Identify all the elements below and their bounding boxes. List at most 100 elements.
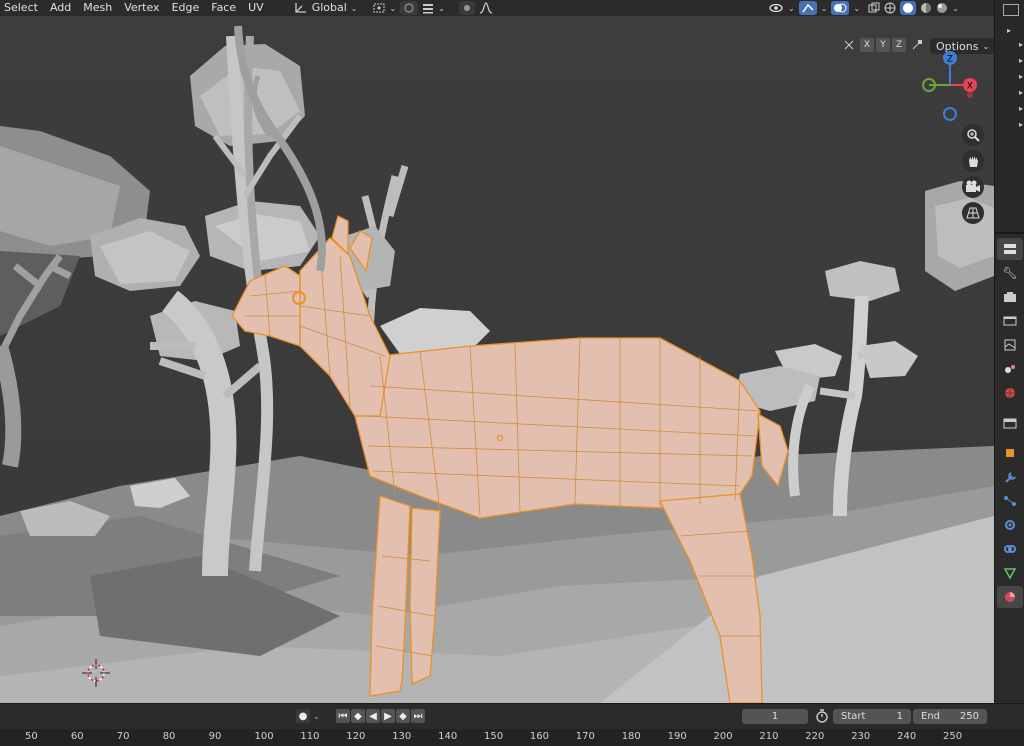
start-frame-field[interactable]: Start 1 <box>833 709 911 724</box>
gizmo-toggle-icon[interactable] <box>798 1 817 15</box>
tool-tab-icon[interactable]: 🔧︎ <box>997 262 1023 284</box>
ruler-tick-label: 170 <box>575 731 595 742</box>
physics-tab-icon[interactable] <box>997 514 1023 536</box>
playback-controls: ⏮︎ ◆ ◀ ▶ ◆ ⏭︎ <box>336 709 426 723</box>
menu-select[interactable]: Select <box>0 0 44 16</box>
chevron-down-icon[interactable]: ⌄ <box>952 1 959 15</box>
axis-y-button[interactable]: Y <box>876 38 890 52</box>
play-icon[interactable]: ▶ <box>381 709 395 723</box>
chevron-down-icon[interactable]: ⌄ <box>853 1 860 15</box>
data-tab-icon[interactable] <box>997 562 1023 584</box>
wireframe-shading-icon[interactable] <box>884 1 896 15</box>
previous-keyframe-icon[interactable]: ◆ <box>351 709 365 723</box>
navigation-gizmo[interactable]: Z X <box>915 48 985 128</box>
menu-face[interactable]: Face <box>205 0 242 16</box>
editor-type-icon[interactable] <box>997 238 1023 260</box>
current-frame-value: 1 <box>771 711 779 722</box>
outliner-row[interactable]: ▸ <box>1019 40 1023 49</box>
perspective-grid-icon[interactable] <box>962 202 984 224</box>
menu-mesh[interactable]: Mesh <box>77 0 118 16</box>
material-tab-icon[interactable] <box>997 586 1023 608</box>
outliner-panel[interactable]: ▸ ▸ ▸ ▸ ▸ ▸ ▸ <box>995 0 1024 234</box>
header-menu: Select Add Mesh Vertex Edge Face UV <box>0 0 270 16</box>
frame-ruler[interactable]: 50 60 70 80 90 100 110 120 130 140 150 160 170 180 190… <box>0 729 1024 746</box>
collection-tab-icon[interactable] <box>997 412 1023 434</box>
transform-orientation-select[interactable]: Global <box>310 0 349 16</box>
outliner-filter-icon[interactable] <box>1003 4 1019 16</box>
solid-shading-icon[interactable] <box>900 1 917 15</box>
overlay-toggle-icon[interactable] <box>831 1 850 15</box>
ruler-tick-label: 160 <box>529 731 549 742</box>
mesh-symmetry-icon[interactable] <box>842 38 856 52</box>
current-frame-field[interactable]: 1 <box>742 709 808 724</box>
chevron-down-icon[interactable]: ⌄ <box>351 1 358 15</box>
constraints-tab-icon[interactable] <box>997 538 1023 560</box>
xray-toggle-icon[interactable] <box>868 1 880 15</box>
chevron-down-icon[interactable]: ⌄ <box>313 712 320 721</box>
menu-add[interactable]: Add <box>44 0 77 16</box>
ruler-tick-label: 200 <box>713 731 733 742</box>
proportional-editing-icon[interactable] <box>458 1 475 15</box>
scene-tab-icon[interactable] <box>997 358 1023 380</box>
ruler-tick-label: 80 <box>162 731 176 742</box>
timeline-header: ● ⌄ ⏮︎ ◆ ◀ ▶ ◆ ⏭︎ 1 Start 1 End 250 <box>0 703 1024 729</box>
start-label: Start <box>841 711 866 722</box>
mirror-axis-group: X Y Z <box>840 38 926 52</box>
jump-to-end-icon[interactable]: ⏭︎ <box>411 709 425 723</box>
view-layer-tab-icon[interactable] <box>997 334 1023 356</box>
rendered-shading-icon[interactable] <box>936 1 948 15</box>
particles-tab-icon[interactable] <box>997 490 1023 512</box>
ruler-tick-label: 110 <box>300 731 320 742</box>
zoom-icon[interactable] <box>962 124 984 146</box>
ruler-tick-label: 70 <box>116 731 130 742</box>
ruler-tick-label: 240 <box>897 731 917 742</box>
axis-z-button[interactable]: Z <box>892 38 906 52</box>
record-icon[interactable]: ● <box>296 709 310 723</box>
world-tab-icon[interactable] <box>997 382 1023 404</box>
output-tab-icon[interactable] <box>997 310 1023 332</box>
chevron-down-icon[interactable]: ⌄ <box>390 1 397 15</box>
outliner-row[interactable]: ▸ <box>1007 26 1011 35</box>
snap-toggle-icon[interactable] <box>400 1 419 15</box>
falloff-curve-icon[interactable] <box>479 1 493 15</box>
pan-hand-icon[interactable] <box>962 150 984 172</box>
play-reverse-icon[interactable]: ◀ <box>366 709 380 723</box>
chevron-down-icon[interactable]: ⌄ <box>438 1 445 15</box>
visibility-eye-icon[interactable] <box>768 1 784 15</box>
stopwatch-icon[interactable] <box>815 709 829 726</box>
menu-uv[interactable]: UV <box>242 0 270 16</box>
outliner-row[interactable]: ▸ <box>1019 104 1023 113</box>
outliner-row[interactable]: ▸ <box>1019 72 1023 81</box>
3d-viewport[interactable]: X Y Z Options ⌄ Z X <box>0 16 994 703</box>
camera-view-icon[interactable] <box>962 176 984 198</box>
end-label: End <box>921 711 941 722</box>
ruler-tick-label: 140 <box>438 731 458 742</box>
snap-element-icon[interactable] <box>422 1 434 15</box>
transform-orientation-icon[interactable] <box>294 1 308 15</box>
ruler-tick-label: 120 <box>346 731 366 742</box>
object-tab-icon[interactable] <box>997 442 1023 464</box>
chevron-down-icon[interactable]: ⌄ <box>821 1 828 15</box>
pivot-point-icon[interactable] <box>372 1 386 15</box>
modifier-tab-icon[interactable] <box>997 466 1023 488</box>
end-value: 250 <box>959 711 979 722</box>
menu-vertex[interactable]: Vertex <box>118 0 165 16</box>
end-frame-field[interactable]: End 250 <box>913 709 987 724</box>
render-tab-icon[interactable] <box>997 286 1023 308</box>
axis-x-button[interactable]: X <box>860 38 874 52</box>
outliner-row[interactable]: ▸ <box>1019 120 1023 129</box>
material-shading-icon[interactable] <box>920 1 932 15</box>
properties-tabs: 🔧︎ <box>995 236 1024 610</box>
chevron-down-icon[interactable]: ⌄ <box>788 1 795 15</box>
next-keyframe-icon[interactable]: ◆ <box>396 709 410 723</box>
jump-to-start-icon[interactable]: ⏮︎ <box>336 709 350 723</box>
ruler-tick-label: 220 <box>805 731 825 742</box>
menu-edge[interactable]: Edge <box>166 0 206 16</box>
outliner-row[interactable]: ▸ <box>1019 56 1023 65</box>
viewport-header: Select Add Mesh Vertex Edge Face UV Global ⌄ ⌄… <box>0 0 994 16</box>
outliner-row[interactable]: ▸ <box>1019 88 1023 97</box>
ruler-tick-label: 90 <box>208 731 222 742</box>
record-group: ● ⌄ <box>296 709 326 723</box>
ruler-tick-label: 60 <box>70 731 84 742</box>
ruler-tick-label: 250 <box>943 731 963 742</box>
